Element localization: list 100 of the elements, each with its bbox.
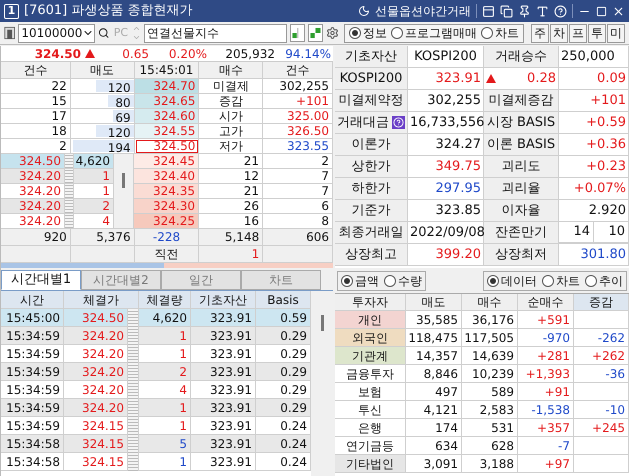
table-cell: +357: [518, 419, 574, 437]
field-value: +0.59: [586, 114, 626, 132]
field-value: 323.91: [436, 70, 481, 88]
trade-row[interactable]: 15:34:59 324.20 1 323.91 0.29: [1, 345, 311, 363]
radio-button[interactable]: 데이터: [487, 272, 537, 290]
moon-icon: [358, 5, 370, 17]
search-icon[interactable]: [98, 26, 110, 40]
trade-row[interactable]: 15:34:59 324.20 2 323.91 0.29: [1, 363, 311, 381]
radio-button[interactable]: 수량: [384, 272, 422, 290]
field-label: 괴리율: [502, 180, 540, 198]
table-cell: 324.35: [134, 184, 199, 199]
hatch-bar: [128, 435, 139, 453]
field-value: 0.09: [597, 70, 626, 88]
field-value: 349.75: [436, 158, 481, 176]
field-value: 10: [594, 222, 629, 243]
scrollbar[interactable]: [114, 154, 134, 229]
quick-button[interactable]: 미: [606, 24, 625, 42]
trade-row[interactable]: 15:34:59 324.20 1 323.91 0.29: [1, 327, 311, 345]
pin-icon[interactable]: [518, 4, 531, 18]
tab[interactable]: 시간대별1: [1, 270, 81, 290]
panel-icon[interactable]: [482, 4, 495, 18]
field-label: 상장최고: [345, 246, 397, 264]
field-label: 시장 BASIS: [486, 114, 556, 132]
field-label: 미결제약정: [338, 92, 404, 110]
quick-button[interactable]: 투: [588, 24, 606, 42]
investor-name: 은행: [335, 419, 406, 437]
table-cell: 8,846: [406, 365, 462, 383]
code-combobox[interactable]: 10100000: [18, 24, 96, 42]
copy-icon[interactable]: [500, 4, 513, 18]
table-cell: 174: [406, 419, 462, 437]
trade-row[interactable]: 15:34:58 324.15 1 323.91 0.24: [1, 453, 311, 471]
scrollbar[interactable]: [311, 291, 333, 476]
radio-button[interactable]: 정보: [348, 24, 387, 42]
table-cell: 531: [462, 419, 518, 437]
table-cell: 118,475: [406, 329, 462, 347]
field-value: 250,000: [561, 48, 615, 66]
trade-row[interactable]: 15:34:58 324.15 5 323.91 0.24: [1, 435, 311, 453]
quick-button[interactable]: 주: [530, 24, 549, 42]
field-label: 상한가: [352, 158, 390, 176]
field-label: 괴리도: [502, 158, 540, 176]
table-cell: 12: [199, 169, 263, 184]
table-cell: 10,239: [462, 365, 518, 383]
table-cell: 324.20: [1, 214, 65, 229]
field-value: 324.27: [436, 136, 481, 154]
table-cell: 21: [199, 184, 263, 199]
table-cell: 1: [74, 169, 114, 184]
quick-button[interactable]: 프: [568, 24, 587, 42]
current-price: 324.50: [34, 46, 81, 62]
empty-cell: [574, 455, 629, 473]
table-cell: 18: [1, 124, 71, 139]
trade-row[interactable]: 15:34:59 324.20 1 323.91 0.29: [1, 399, 311, 417]
table-cell: 14,639: [462, 347, 518, 365]
trade-row[interactable]: 15:34:59 324.20 4 323.91 0.29: [1, 381, 311, 399]
field-label: KOSPI200: [340, 70, 402, 88]
field-label: 최종거래일: [338, 224, 404, 242]
door-icon[interactable]: [4, 25, 16, 41]
table-cell-text: 69: [114, 110, 132, 123]
radio-button[interactable]: 금액: [341, 272, 379, 290]
table-cell: 6: [263, 199, 333, 214]
name-field[interactable]: 연결선물지수: [144, 24, 288, 42]
investor-name: 기타법인: [335, 455, 406, 473]
radio-button[interactable]: 프로그램매매: [390, 24, 477, 42]
maximize-icon[interactable]: [596, 6, 607, 16]
column-header: 매도: [406, 294, 462, 311]
stat-value: 302,255: [263, 79, 334, 94]
stat-value: 323.55: [263, 139, 334, 154]
trade-row[interactable]: 15:45:00 324.50 4,620 323.91 0.59: [1, 309, 311, 327]
scrollbar-thumb[interactable]: [122, 173, 125, 188]
radio-button[interactable]: 추이: [585, 272, 623, 290]
hatch-bar: [128, 417, 139, 435]
empty-cell: [574, 311, 629, 329]
table-cell: 36,176: [462, 311, 518, 329]
field-label: 거래승수: [495, 48, 547, 66]
stat-value: 326.50: [263, 124, 334, 139]
field-label: 이자율: [502, 202, 540, 220]
quick-button[interactable]: 차: [550, 24, 568, 42]
table-cell: 17: [1, 109, 71, 124]
scrollbar-thumb[interactable]: [320, 315, 324, 331]
stat-label: 증감: [199, 94, 264, 109]
table-cell: 3,188: [462, 455, 518, 473]
radio-button[interactable]: 차트: [480, 24, 519, 42]
layout-icon[interactable]: [290, 24, 306, 42]
radio-button[interactable]: 차트: [542, 272, 580, 290]
layout-icon[interactable]: [308, 24, 324, 42]
close-icon[interactable]: [612, 4, 625, 18]
table-cell: 324.70: [134, 79, 200, 94]
field-label: 이론 BASIS: [486, 136, 556, 154]
table-cell: 7: [263, 169, 333, 184]
table-cell-text: 120: [106, 80, 132, 93]
table-cell: +262: [574, 347, 629, 365]
table-cell: 323.91: [191, 453, 256, 471]
settings-icon[interactable]: [326, 25, 339, 41]
field-value: 297.95: [436, 180, 481, 198]
help-icon[interactable]: [554, 4, 567, 18]
text-icon[interactable]: [536, 4, 549, 18]
trade-row[interactable]: 15:34:59 324.15 1 323.91 0.24: [1, 417, 311, 435]
help-icon[interactable]: [392, 116, 405, 129]
table-cell: -36: [574, 365, 629, 383]
field-value: 2.920: [588, 202, 626, 220]
night-trading-label[interactable]: 선물옵션야간거래: [375, 2, 471, 20]
